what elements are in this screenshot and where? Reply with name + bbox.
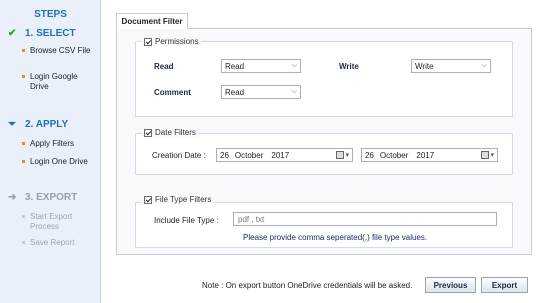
bullet-icon bbox=[22, 142, 25, 145]
bullet-icon bbox=[22, 215, 25, 218]
filter-icon: ⏷ bbox=[8, 119, 16, 130]
date-year: 2017 bbox=[416, 150, 435, 160]
export-button[interactable]: Export bbox=[481, 277, 528, 293]
previous-button[interactable]: Previous bbox=[425, 277, 476, 293]
file-type-legend[interactable]: File Type Filters bbox=[142, 195, 214, 204]
step-item-label: Login One Drive bbox=[30, 157, 88, 166]
permissions-legend-label: Permissions bbox=[155, 37, 199, 46]
step-item-apply-filters[interactable]: Apply Filters bbox=[22, 139, 94, 149]
read-select[interactable]: Read ⌵ bbox=[221, 59, 301, 73]
file-type-hint: Please provide comma seperated(,) file t… bbox=[243, 233, 428, 242]
file-type-input[interactable]: pdf , txt bbox=[233, 212, 497, 226]
bullet-icon bbox=[22, 241, 25, 244]
step-item-label: Browse CSV File bbox=[30, 46, 91, 55]
chevron-down-icon: ⌵ bbox=[291, 62, 297, 69]
file-type-legend-label: File Type Filters bbox=[155, 195, 212, 204]
step-item-login-onedrive[interactable]: Login One Drive bbox=[22, 157, 94, 167]
steps-title: STEPS bbox=[34, 9, 67, 20]
permissions-legend[interactable]: Permissions bbox=[142, 37, 201, 46]
step-export: ➜ 3. EXPORT bbox=[8, 192, 77, 203]
step-item-start-export: Start Export Process bbox=[22, 212, 94, 232]
date-filters-checkbox[interactable] bbox=[144, 128, 152, 137]
calendar-icon[interactable]: ▾ bbox=[481, 151, 494, 159]
step-item-label: Save Report bbox=[30, 238, 75, 247]
date-filters-legend-label: Date Filters bbox=[155, 128, 196, 137]
step-item-label: Apply Filters bbox=[30, 139, 75, 148]
step-item-login-google[interactable]: Login Google Drive bbox=[22, 72, 94, 92]
comment-select-value: Read bbox=[225, 87, 245, 97]
checkmark-icon: ✔ bbox=[8, 28, 17, 39]
read-select-value: Read bbox=[225, 61, 245, 71]
date-day: 26 bbox=[220, 150, 229, 160]
date-month: October bbox=[379, 150, 409, 160]
tab-document-filter[interactable]: Document Filter bbox=[116, 13, 188, 29]
step-select[interactable]: ✔ 1. SELECT bbox=[8, 28, 76, 39]
bullet-icon bbox=[22, 49, 25, 52]
date-day: 26 bbox=[365, 150, 374, 160]
step-apply-label: 2. APPLY bbox=[25, 119, 69, 130]
export-arrow-icon: ➜ bbox=[8, 192, 17, 203]
date-year: 2017 bbox=[271, 150, 290, 160]
bullet-icon bbox=[22, 160, 25, 163]
include-file-type-label: Include File Type : bbox=[154, 216, 219, 225]
creation-date-start-picker[interactable]: 26 October 2017 ▾ bbox=[216, 148, 353, 162]
chevron-down-icon: ⌵ bbox=[291, 88, 297, 95]
step-item-label: Start Export Process bbox=[30, 212, 73, 231]
permissions-group bbox=[135, 41, 513, 117]
bullet-icon bbox=[22, 75, 25, 78]
chevron-down-icon: ⌵ bbox=[481, 62, 487, 69]
date-filters-legend[interactable]: Date Filters bbox=[142, 128, 198, 137]
step-export-label: 3. EXPORT bbox=[25, 192, 78, 203]
creation-date-end-picker[interactable]: 26 October 2017 ▾ bbox=[361, 148, 498, 162]
step-item-label: Login Google Drive bbox=[30, 72, 78, 91]
creation-date-label: Creation Date : bbox=[152, 151, 206, 160]
steps-sidebar: STEPS ✔ 1. SELECT Browse CSV File Login … bbox=[0, 0, 101, 303]
document-filter-panel: Permissions Read Read ⌵ Write Write ⌵ Co… bbox=[116, 28, 532, 255]
date-month: October bbox=[234, 150, 264, 160]
calendar-icon[interactable]: ▾ bbox=[336, 151, 349, 159]
comment-select[interactable]: Read ⌵ bbox=[221, 85, 301, 99]
footer-note: Note : On export button OneDrive credent… bbox=[202, 281, 413, 290]
step-apply[interactable]: ⏷ 2. APPLY bbox=[8, 119, 68, 130]
write-select[interactable]: Write ⌵ bbox=[411, 59, 491, 73]
step-select-label: 1. SELECT bbox=[25, 28, 76, 39]
comment-label: Comment bbox=[154, 88, 191, 97]
read-label: Read bbox=[154, 62, 174, 71]
write-select-value: Write bbox=[415, 61, 434, 71]
step-item-save-report: Save Report bbox=[22, 238, 94, 248]
step-item-browse-csv[interactable]: Browse CSV File bbox=[22, 46, 94, 56]
permissions-checkbox[interactable] bbox=[144, 37, 152, 46]
file-type-checkbox[interactable] bbox=[144, 195, 152, 204]
write-label: Write bbox=[339, 62, 359, 71]
